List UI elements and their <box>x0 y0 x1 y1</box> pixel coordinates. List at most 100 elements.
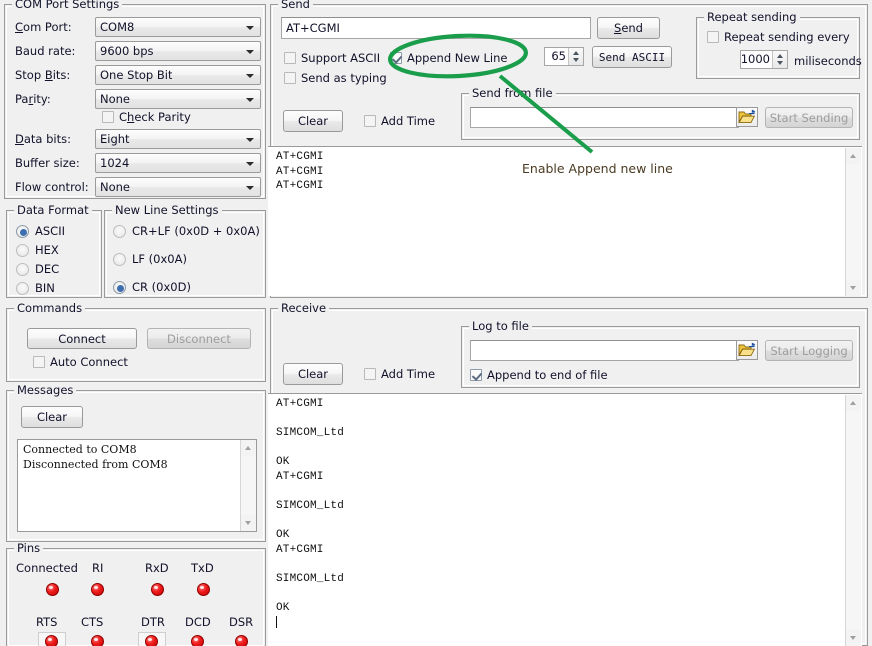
checkbox-box <box>707 31 719 43</box>
append-to-end-of-file-label: Append to end of file <box>487 368 608 382</box>
log-to-file-caption: Log to file <box>469 320 532 332</box>
messages-caption: Messages <box>14 384 76 396</box>
pin-label-cts: CTS <box>81 615 103 629</box>
pin-led-rxd <box>151 583 164 596</box>
scroll-up-icon[interactable] <box>846 148 861 164</box>
com-port-combo[interactable]: COM8 <box>95 17 261 37</box>
parity-value: None <box>100 92 130 107</box>
messages-clear-button[interactable]: Clear <box>21 406 83 428</box>
baud-rate-value: 9600 bps <box>100 44 154 59</box>
send-command-value: AT+CGMI <box>286 18 588 38</box>
scroll-up-icon[interactable] <box>241 440 256 456</box>
receive-add-time-label: Add Time <box>381 367 435 381</box>
receive-caption: Receive <box>278 302 329 314</box>
auto-connect-label: Auto Connect <box>50 355 128 369</box>
receive-log-text: AT+CGMI SIMCOM_Ltd OK AT+CGMI SIMCOM_Ltd… <box>276 397 844 632</box>
buffer-size-combo[interactable]: 1024 <box>95 153 261 173</box>
scroll-down-icon[interactable] <box>846 630 861 646</box>
send-group: Send AT+CGMI Send Support ASCII Append N… <box>270 4 868 298</box>
radio-label: CR (0x0D) <box>132 280 191 295</box>
spinner-buttons[interactable] <box>568 48 583 65</box>
scroll-up-icon[interactable] <box>846 395 861 411</box>
chevron-down-icon <box>246 162 254 166</box>
send-from-file-caption: Send from file <box>469 87 556 99</box>
chevron-down-icon <box>246 138 254 142</box>
messages-log-text: Connected to COM8 Disconnected from COM8 <box>23 443 238 472</box>
annotation-text: Enable Append new line <box>522 161 673 176</box>
pin-label-rts: RTS <box>36 615 57 629</box>
ascii-code-value: 65 <box>551 49 566 64</box>
commands-caption: Commands <box>14 302 85 314</box>
com-port-settings-group: COM Port Settings Com Port: COM8 Baud ra… <box>4 4 266 199</box>
data-bits-label: Data bits: <box>15 132 71 146</box>
open-folder-icon[interactable] <box>736 107 758 127</box>
repeat-units-label: miliseconds <box>794 54 862 68</box>
send-button[interactable]: Send <box>597 17 660 39</box>
open-folder-icon[interactable] <box>736 340 758 360</box>
checkbox-box <box>284 52 296 64</box>
stop-bits-combo[interactable]: One Stop Bit <box>95 65 261 85</box>
pin-label-dcd: DCD <box>185 615 211 629</box>
connect-button[interactable]: Connect <box>27 328 137 349</box>
flow-control-value: None <box>100 180 130 195</box>
repeat-interval-spinner[interactable]: 1000 <box>740 50 788 69</box>
send-from-file-path-input[interactable] <box>470 107 739 128</box>
data-bits-combo[interactable]: Eight <box>95 129 261 149</box>
receive-log[interactable]: AT+CGMI SIMCOM_Ltd OK AT+CGMI SIMCOM_Ltd… <box>268 393 862 646</box>
scroll-down-icon[interactable] <box>846 280 861 296</box>
repeat-sending-caption: Repeat sending <box>704 11 800 23</box>
pin-led-connected <box>46 583 59 596</box>
pin-label-ri: RI <box>92 561 103 575</box>
pins-group: Pins Connected RI RxD TxD RTS CTS DTR DC… <box>6 548 266 646</box>
checkbox-box <box>390 52 402 64</box>
data-format-caption: Data Format <box>14 204 92 216</box>
radio-label: CR+LF (0x0D + 0x0A) <box>132 224 260 239</box>
chevron-down-icon <box>246 50 254 54</box>
checkbox-box <box>284 72 296 84</box>
send-command-input[interactable]: AT+CGMI <box>281 17 591 39</box>
pin-label-rxd: RxD <box>145 561 169 575</box>
pin-led-txd <box>197 583 210 596</box>
radio-dot <box>16 244 29 257</box>
send-clear-button[interactable]: Clear <box>283 110 343 132</box>
start-sending-button[interactable]: Start Sending <box>765 107 853 128</box>
receive-clear-button[interactable]: Clear <box>283 363 343 385</box>
pin-led-dcd <box>191 635 204 646</box>
send-from-file-group: Send from file Start Sending <box>461 93 860 140</box>
ascii-code-spinner[interactable]: 65 <box>544 47 584 66</box>
chevron-down-icon <box>246 98 254 102</box>
chevron-down-icon <box>246 186 254 190</box>
text-caret <box>276 616 277 628</box>
scroll-down-icon[interactable] <box>241 515 256 531</box>
start-logging-button[interactable]: Start Logging <box>765 340 853 361</box>
parity-combo[interactable]: None <box>95 89 261 109</box>
send-caption: Send <box>278 0 313 10</box>
disconnect-button[interactable]: Disconnect <box>147 328 251 349</box>
spinner-buttons[interactable] <box>772 51 787 68</box>
log-to-file-path-input[interactable] <box>470 340 739 361</box>
radio-dot <box>16 263 29 276</box>
pin-led-ri <box>91 583 104 596</box>
radio-dot <box>16 282 29 295</box>
send-log-scrollbar[interactable] <box>845 148 861 296</box>
messages-scrollbar[interactable] <box>240 440 256 531</box>
stop-bits-value: One Stop Bit <box>100 68 172 83</box>
pin-label-connected: Connected <box>16 561 78 575</box>
radio-dot <box>16 225 29 238</box>
messages-group: Messages Clear Connected to COM8 Disconn… <box>6 390 266 542</box>
application-window: COM Port Settings Com Port: COM8 Baud ra… <box>0 0 872 646</box>
pin-led-rts <box>45 635 58 646</box>
receive-log-scrollbar[interactable] <box>845 395 861 646</box>
pin-label-txd: TxD <box>191 561 214 575</box>
stop-bits-label: Stop Bits: <box>15 68 70 82</box>
checkbox-box <box>470 369 482 381</box>
baud-rate-label: Baud rate: <box>15 44 75 58</box>
messages-log[interactable]: Connected to COM8 Disconnected from COM8 <box>17 439 257 532</box>
baud-rate-combo[interactable]: 9600 bps <box>95 41 261 61</box>
checkbox-box <box>102 111 114 123</box>
send-ascii-button[interactable]: Send ASCII <box>592 46 672 68</box>
check-parity-label: Check Parity <box>119 110 191 124</box>
send-as-typing-label: Send as typing <box>301 71 387 85</box>
send-add-time-label: Add Time <box>381 114 435 128</box>
flow-control-combo[interactable]: None <box>95 177 261 197</box>
